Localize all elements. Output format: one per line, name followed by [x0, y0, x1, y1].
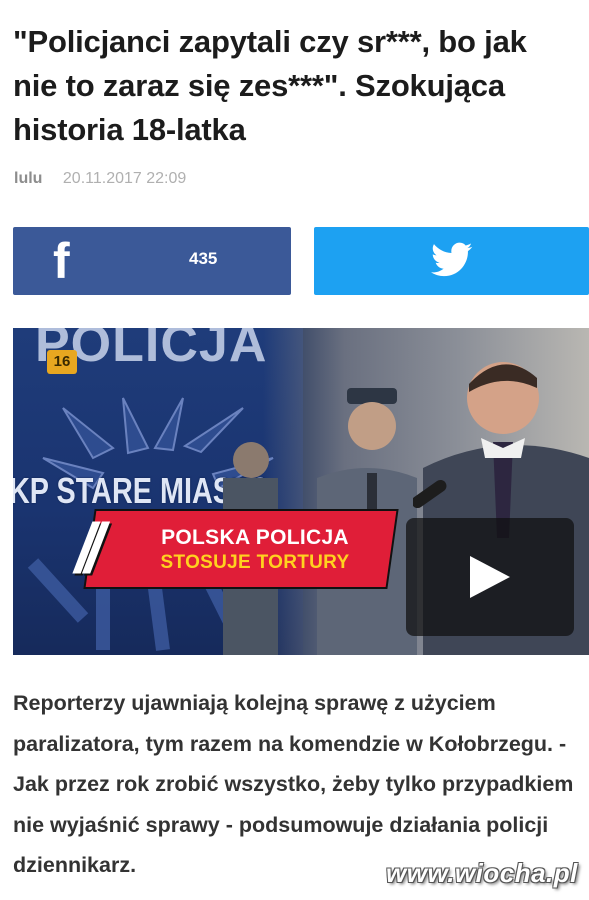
- headline-line-2: STOSUJE TORTURY: [160, 552, 350, 573]
- article-title: "Policjanci zapytali czy sr***, bo jak n…: [13, 24, 527, 147]
- site-watermark: www.wiocha.pl: [386, 858, 578, 888]
- twitter-share-button[interactable]: [314, 227, 589, 295]
- video-player[interactable]: POLICJA KP STARE MIASTO // POLSKA POLICJ…: [13, 328, 589, 655]
- author-name[interactable]: lulu: [14, 170, 42, 187]
- age-rating-badge: 16: [47, 350, 77, 374]
- publish-date: 20.11.2017 22:09: [62, 170, 187, 187]
- article-meta: lulu 20.11.2017 22:09: [14, 170, 186, 188]
- headline-slash-graphic: //: [75, 509, 104, 587]
- facebook-share-button[interactable]: f 435: [13, 227, 291, 295]
- play-icon: [470, 556, 510, 598]
- headline-line-1: POLSKA POLICJA: [161, 526, 349, 549]
- share-count: 435: [189, 249, 218, 268]
- article-lead: Reporterzy ujawniają kolejną sprawę z uż…: [13, 691, 574, 877]
- play-button[interactable]: [406, 518, 574, 636]
- facebook-icon: f: [53, 233, 70, 289]
- twitter-icon: [431, 242, 473, 277]
